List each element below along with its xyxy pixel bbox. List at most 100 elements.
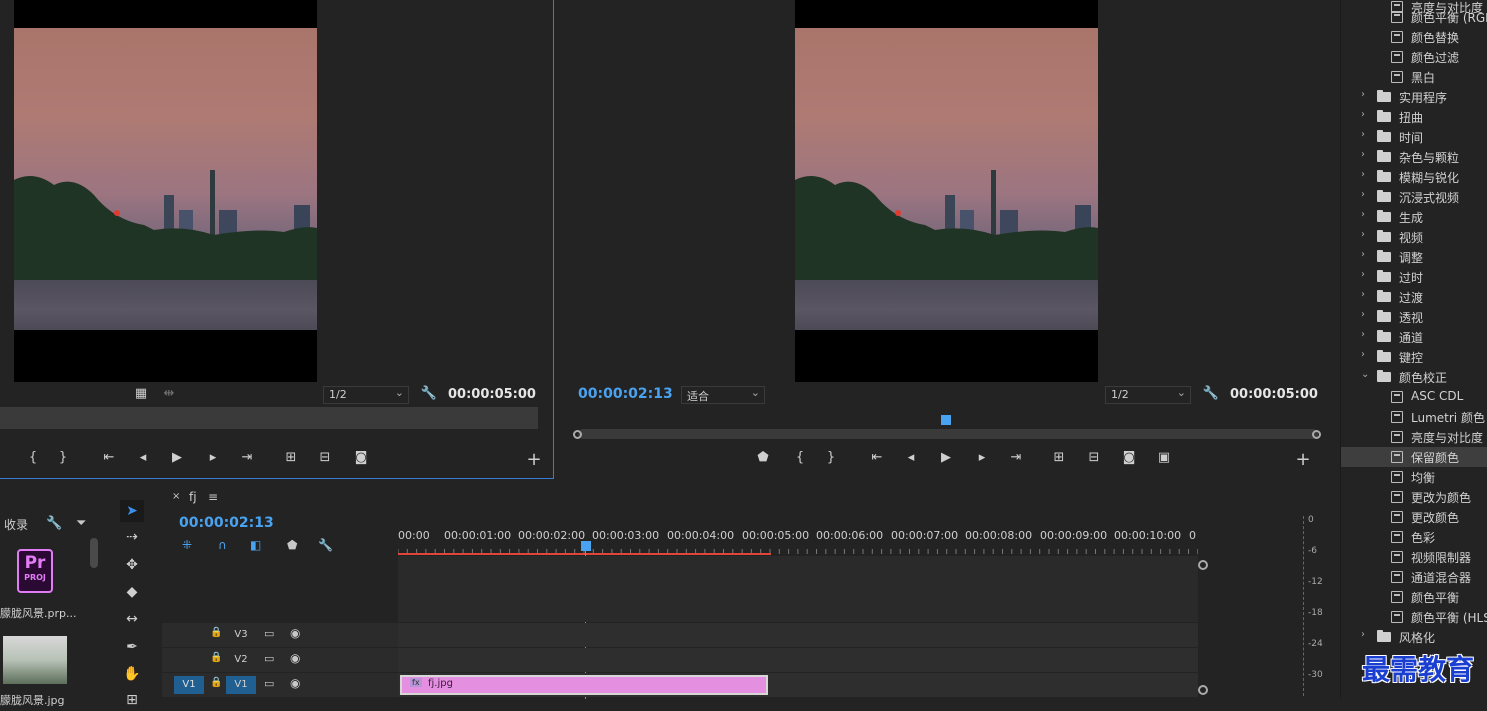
effect-item[interactable]: Lumetri 颜色 (1341, 407, 1487, 427)
program-resolution-select[interactable]: 1/2 (1105, 386, 1191, 404)
sequence-tab[interactable]: fj (189, 490, 197, 504)
effect-item[interactable]: ASC CDL (1341, 387, 1487, 407)
track-header[interactable]: 🔒 V2 ▭ ◉ (162, 648, 398, 672)
mark-out-icon[interactable]: } (52, 448, 74, 468)
effect-folder[interactable]: › 过时 (1341, 267, 1487, 287)
track-select-tool-icon[interactable]: ⇢ (120, 526, 144, 548)
effect-folder[interactable]: › 生成 (1341, 207, 1487, 227)
program-playhead-marker[interactable] (941, 415, 951, 425)
timeline-playhead-head[interactable] (581, 541, 591, 551)
go-to-out-icon[interactable]: ⇥ (236, 448, 258, 468)
camera-track-icon[interactable]: ▭ (264, 627, 274, 640)
chevron-right-icon[interactable]: › (1361, 89, 1365, 100)
effect-folder[interactable]: › 视频 (1341, 227, 1487, 247)
hand-tool-icon[interactable]: ✋ (120, 663, 144, 685)
source-scrub-bar[interactable] (0, 407, 538, 429)
track-name[interactable]: V3 (226, 626, 256, 644)
go-to-in-icon[interactable]: ⇤ (866, 448, 888, 468)
selection-tool-icon[interactable]: ➤ (120, 500, 144, 522)
effect-folder[interactable]: › 扭曲 (1341, 107, 1487, 127)
effect-folder[interactable]: ⌄ 颜色校正 (1341, 367, 1487, 387)
chevron-right-icon[interactable]: › (1361, 249, 1365, 260)
chevron-right-icon[interactable]: › (1361, 349, 1365, 360)
text-tool-icon[interactable]: ⊞ (120, 689, 144, 711)
effect-folder[interactable]: › 风格化 (1341, 627, 1487, 647)
effect-folder[interactable]: › 时间 (1341, 127, 1487, 147)
timeline-timecode[interactable]: 00:00:02:13 (179, 515, 274, 531)
linked-selection-icon[interactable]: ∩ (218, 538, 227, 552)
source-resolution-select[interactable]: 1/2 (323, 386, 409, 404)
project-file-icon[interactable]: Pr PROJ (17, 549, 53, 593)
effect-item[interactable]: 均衡 (1341, 467, 1487, 487)
settings-wrench-icon[interactable]: 🔧 (1200, 384, 1222, 404)
lift-icon[interactable]: ⊞ (1048, 448, 1070, 468)
chevron-down-icon[interactable]: ⌄ (1361, 369, 1369, 380)
chevron-right-icon[interactable]: › (1361, 269, 1365, 280)
program-scrub-bar[interactable] (578, 429, 1318, 439)
chevron-right-icon[interactable]: › (1361, 129, 1365, 140)
track-name[interactable]: V1 (226, 676, 256, 694)
insert-overwrite-icon[interactable]: ⇹ (158, 384, 180, 404)
camera-track-icon[interactable]: ▭ (264, 652, 274, 665)
track-lane[interactable] (398, 623, 1198, 647)
camera-icon[interactable]: ◙ (350, 448, 372, 468)
camera-track-icon[interactable]: ▭ (264, 677, 274, 690)
project-scrollbar[interactable] (90, 538, 98, 568)
slip-tool-icon[interactable]: ↔ (120, 608, 144, 630)
add-marker-icon[interactable]: ⬟ (752, 448, 774, 468)
effect-item[interactable]: 颜色平衡 (1341, 587, 1487, 607)
play-icon[interactable]: ▶ (935, 448, 957, 468)
effect-folder[interactable]: › 模糊与锐化 (1341, 167, 1487, 187)
chevron-right-icon[interactable]: › (1361, 169, 1365, 180)
filter-icon[interactable]: ⏷ (76, 516, 86, 531)
chevron-right-icon[interactable]: › (1361, 149, 1365, 160)
settings-wrench-icon[interactable]: 🔧 (418, 384, 440, 404)
timeline-vscroll-top[interactable] (1198, 560, 1208, 570)
lock-icon[interactable]: 🔒 (210, 652, 222, 663)
effect-folder[interactable]: › 过渡 (1341, 287, 1487, 307)
effect-folder[interactable]: › 透视 (1341, 307, 1487, 327)
eye-icon[interactable]: ◉ (290, 676, 300, 690)
close-tab-icon[interactable]: × (172, 491, 180, 502)
effect-item[interactable]: 颜色过滤 (1341, 47, 1487, 67)
track-name[interactable]: V2 (226, 651, 256, 669)
effect-folder[interactable]: › 调整 (1341, 247, 1487, 267)
eye-icon[interactable]: ◉ (290, 626, 300, 640)
effect-folder[interactable]: › 沉浸式视频 (1341, 187, 1487, 207)
insert-icon[interactable]: ⊞ (280, 448, 302, 468)
effect-folder[interactable]: › 通道 (1341, 327, 1487, 347)
eye-icon[interactable]: ◉ (290, 651, 300, 665)
go-to-out-icon[interactable]: ⇥ (1005, 448, 1027, 468)
marker-icon[interactable]: ⬟ (287, 538, 297, 552)
chevron-right-icon[interactable]: › (1361, 289, 1365, 300)
effect-item[interactable]: 视频限制器 (1341, 547, 1487, 567)
go-to-in-icon[interactable]: ⇤ (98, 448, 120, 468)
comparison-view-icon[interactable]: ▣ (1153, 448, 1175, 468)
chevron-right-icon[interactable]: › (1361, 109, 1365, 120)
step-forward-icon[interactable]: ▸ (202, 448, 224, 468)
timeline-vscroll-bottom[interactable] (1198, 685, 1208, 695)
chevron-right-icon[interactable]: › (1361, 329, 1365, 340)
ripple-edit-tool-icon[interactable]: ✥ (120, 554, 144, 576)
camera-icon[interactable]: ◙ (1118, 448, 1140, 468)
effect-folder[interactable]: › 杂色与颗粒 (1341, 147, 1487, 167)
effect-item[interactable]: 颜色替换 (1341, 27, 1487, 47)
tab-ingest[interactable]: 收录 (4, 516, 28, 533)
effect-item[interactable]: 亮度与对比度 (1341, 427, 1487, 447)
extract-icon[interactable]: ⊟ (1083, 448, 1105, 468)
effect-item[interactable]: 更改颜色 (1341, 507, 1487, 527)
effect-item[interactable]: 颜色平衡 (HLS) (1341, 607, 1487, 627)
timeline-settings-icon[interactable]: 🔧 (318, 538, 333, 552)
mark-out-icon[interactable]: } (820, 448, 842, 468)
effect-item[interactable]: 通道混合器 (1341, 567, 1487, 587)
effect-item[interactable]: 更改为颜色 (1341, 487, 1487, 507)
track-header[interactable]: V1 🔒 V1 ▭ ◉ (162, 673, 398, 697)
step-back-icon[interactable]: ◂ (900, 448, 922, 468)
chevron-right-icon[interactable]: › (1361, 309, 1365, 320)
step-forward-icon[interactable]: ▸ (971, 448, 993, 468)
clip-thumbnail[interactable] (3, 636, 67, 684)
lock-icon[interactable]: 🔒 (210, 627, 222, 638)
tab-menu-icon[interactable]: ≡ (208, 490, 218, 504)
razor-tool-icon[interactable]: ◆ (120, 581, 144, 603)
chevron-right-icon[interactable]: › (1361, 229, 1365, 240)
